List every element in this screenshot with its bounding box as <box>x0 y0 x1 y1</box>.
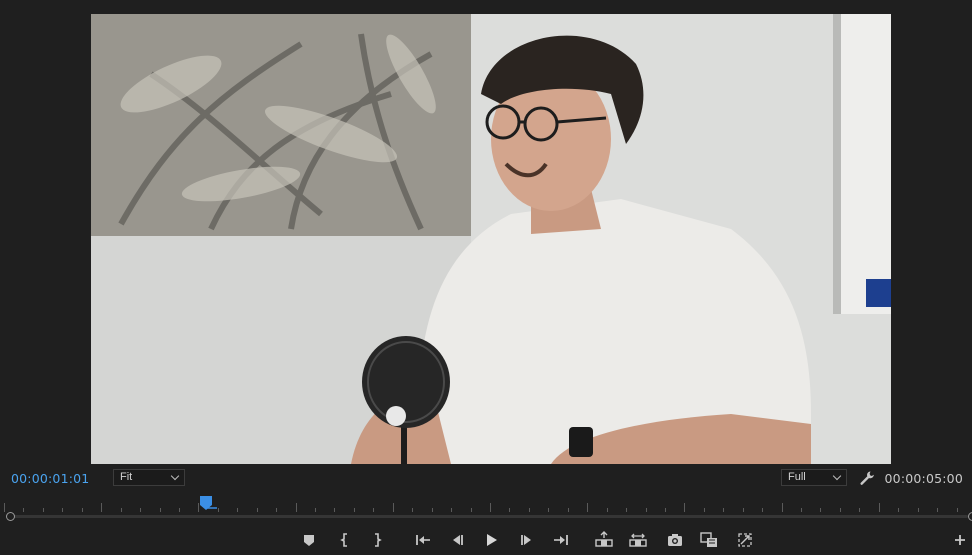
mark-out-button[interactable] <box>368 531 386 549</box>
step-back-button[interactable] <box>448 531 466 549</box>
zoom-level-select[interactable]: Fit <box>113 469 185 486</box>
zoom-scroll-track[interactable] <box>10 515 968 518</box>
zoom-scroll-bar[interactable] <box>6 512 972 521</box>
extract-button[interactable] <box>629 531 647 549</box>
zoom-scroll-handle-left[interactable] <box>6 512 15 521</box>
mark-in-icon <box>340 533 347 547</box>
add-marker-button[interactable] <box>300 531 318 549</box>
go-to-out-icon <box>554 535 568 545</box>
video-preview <box>91 14 891 464</box>
ruler-major-tick <box>782 503 783 512</box>
program-monitor: 00:00:01:01 Fit Full 00:00:05:00 <box>0 0 972 555</box>
vr-video-icon <box>738 533 752 547</box>
transport-controls <box>0 528 972 552</box>
chevron-down-icon <box>832 471 842 481</box>
playhead-timecode[interactable]: 00:00:01:01 <box>11 471 89 486</box>
step-forward-icon <box>521 535 531 545</box>
lift-button[interactable] <box>595 531 613 549</box>
duration-timecode: 00:00:05:00 <box>884 471 963 486</box>
go-to-in-icon <box>416 535 430 545</box>
vr-video-button[interactable] <box>736 531 754 549</box>
export-frame-icon <box>668 534 682 546</box>
export-frame-button[interactable] <box>666 531 684 549</box>
step-back-icon <box>453 535 463 545</box>
go-to-out-button[interactable] <box>552 531 570 549</box>
lift-icon <box>595 531 613 547</box>
comparison-view-icon <box>700 532 717 547</box>
playback-resolution-select[interactable]: Full <box>781 469 847 486</box>
ruler-major-tick <box>393 503 394 512</box>
add-marker-icon <box>304 535 314 546</box>
step-forward-button[interactable] <box>518 531 536 549</box>
play-icon <box>487 534 497 546</box>
video-frame-image <box>91 14 891 464</box>
plus-icon <box>955 535 965 545</box>
zoom-level-value: Fit <box>120 471 133 483</box>
comparison-view-button[interactable] <box>700 531 718 549</box>
extract-icon <box>629 533 647 547</box>
button-editor-plus[interactable] <box>951 531 969 549</box>
ruler-major-tick <box>587 503 588 512</box>
wrench-icon[interactable] <box>859 470 875 486</box>
ruler-major-tick <box>4 503 5 512</box>
ruler-major-tick <box>490 503 491 512</box>
time-ruler[interactable] <box>0 492 972 512</box>
ruler-major-tick <box>684 503 685 512</box>
ruler-major-tick <box>879 503 880 512</box>
ruler-major-tick <box>101 503 102 512</box>
go-to-in-button[interactable] <box>414 531 432 549</box>
ruler-major-tick <box>296 503 297 512</box>
playback-resolution-value: Full <box>788 471 806 483</box>
zoom-scroll-handle-right[interactable] <box>968 512 972 521</box>
monitor-info-bar: 00:00:01:01 Fit Full 00:00:05:00 <box>0 464 972 492</box>
chevron-down-icon <box>170 471 180 481</box>
mark-out-icon <box>375 533 382 547</box>
play-button[interactable] <box>482 531 500 549</box>
mark-in-button[interactable] <box>336 531 354 549</box>
playhead-marker[interactable] <box>199 496 217 510</box>
